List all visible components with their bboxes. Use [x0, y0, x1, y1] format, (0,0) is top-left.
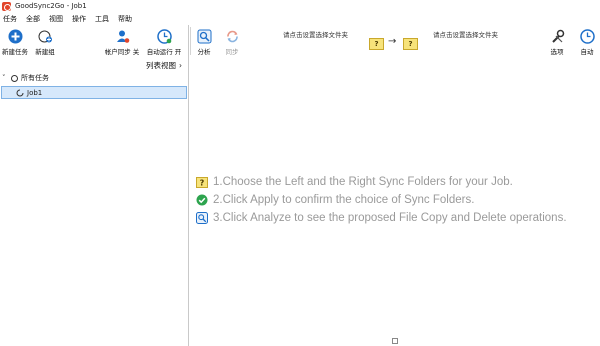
title-bar: GoodSync2Go - Job1: [0, 0, 600, 12]
auto-label: 自动: [580, 48, 594, 56]
instruction-text: 2.Click Apply to confirm the choice of S…: [213, 194, 475, 206]
status-circle-icon: [11, 74, 18, 82]
options-button[interactable]: 选项: [546, 25, 568, 58]
instruction-row: 3.Click Analyze to see the proposed File…: [196, 209, 567, 227]
job-item-job1[interactable]: Job1: [1, 86, 187, 99]
toolbar: 新建任务 新建组 帐户同步 关 自动运行 开 分析 同步 选项 自动 请点击设置…: [0, 25, 600, 58]
menu-bar: 任务 全部 视图 操作 工具 帮助: [0, 13, 600, 24]
new-job-label: 新建任务: [2, 48, 28, 56]
wrench-icon: [549, 28, 565, 44]
instruction-text: 3.Click Analyze to see the proposed File…: [213, 212, 567, 224]
instruction-row: ? 1.Choose the Left and the Right Sync F…: [196, 173, 567, 191]
folder-question-icon: ?: [196, 176, 208, 188]
user-icon: [114, 28, 130, 44]
analyze-button[interactable]: 分析: [193, 25, 215, 58]
window-title: GoodSync2Go - Job1: [15, 2, 87, 10]
instructions-panel: ? 1.Choose the Left and the Right Sync F…: [196, 173, 567, 227]
menu-help[interactable]: 帮助: [118, 14, 132, 24]
menu-task[interactable]: 任务: [3, 14, 17, 24]
svg-text:?: ?: [200, 178, 205, 187]
left-folder-button[interactable]: ?: [369, 38, 384, 50]
toolbar-divider: [190, 27, 191, 55]
chevron-down-icon[interactable]: ˅: [2, 74, 8, 82]
sync-button[interactable]: 同步: [221, 25, 243, 58]
menu-action[interactable]: 操作: [72, 14, 86, 24]
pane-splitter[interactable]: [188, 25, 189, 346]
check-icon: [196, 194, 208, 206]
sync-label: 同步: [225, 48, 239, 56]
clock-icon: [579, 28, 595, 44]
job-status-icon: [16, 89, 24, 96]
account-sync-label: 帐户同步 关: [104, 48, 140, 56]
tree-item-label: 所有任务: [21, 74, 49, 82]
plus-icon: [7, 28, 23, 44]
auto-button[interactable]: 自动: [576, 25, 598, 58]
job-list-pane: 列表视图 › ˅ 所有任务 Job1: [0, 58, 188, 346]
list-view-toggle[interactable]: 列表视图 ›: [146, 60, 182, 71]
auto-run-button[interactable]: 自动运行 开: [144, 25, 184, 58]
instruction-text: 1.Choose the Left and the Right Sync Fol…: [213, 176, 513, 188]
account-sync-button[interactable]: 帐户同步 关: [103, 25, 141, 58]
analyze-icon: [196, 28, 212, 44]
menu-view[interactable]: 视图: [49, 14, 63, 24]
menu-all[interactable]: 全部: [26, 14, 40, 24]
options-label: 选项: [550, 48, 564, 56]
chevron-right-icon: ›: [179, 61, 182, 70]
new-group-button[interactable]: 新建组: [32, 25, 58, 58]
analyze-icon: [196, 212, 208, 224]
tree-item-all-jobs[interactable]: ˅ 所有任务: [2, 73, 49, 83]
analyze-label: 分析: [197, 48, 211, 56]
resize-grip-icon[interactable]: [392, 338, 398, 344]
left-folder-hint: 请点击设置选择文件夹: [283, 31, 348, 39]
new-job-button[interactable]: 新建任务: [0, 25, 30, 58]
new-group-label: 新建组: [35, 48, 55, 56]
menu-tools[interactable]: 工具: [95, 14, 109, 24]
app-logo-icon: [2, 1, 11, 11]
auto-run-label: 自动运行 开: [146, 48, 182, 56]
right-folder-button[interactable]: ?: [403, 38, 418, 50]
job-label: Job1: [27, 88, 43, 97]
group-icon: [37, 28, 53, 44]
instruction-row: 2.Click Apply to confirm the choice of S…: [196, 191, 567, 209]
clock-icon: [156, 28, 172, 44]
list-view-label: 列表视图: [146, 61, 176, 70]
sync-icon: [224, 28, 240, 44]
arrow-right-icon: →: [388, 36, 397, 47]
right-folder-hint: 请点击设置选择文件夹: [433, 31, 498, 39]
